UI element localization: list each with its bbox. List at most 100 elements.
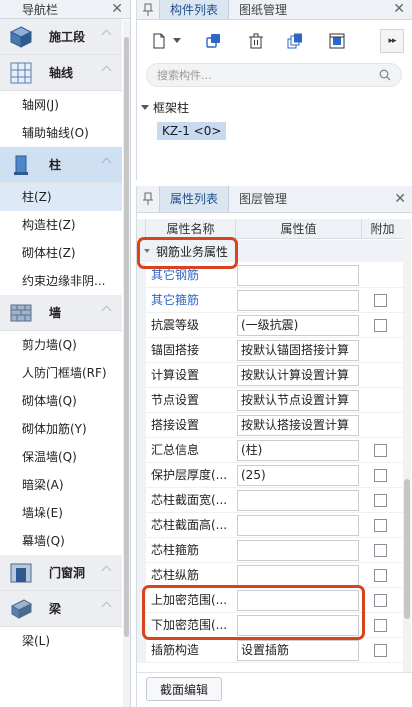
navigation-scrollbar[interactable] — [123, 20, 130, 707]
extra-checkbox[interactable] — [374, 644, 387, 657]
property-row[interactable]: 抗震等级 (一级抗震) — [137, 313, 403, 338]
delete-component-button[interactable] — [244, 29, 268, 53]
collapse-triangle-icon[interactable] — [144, 249, 150, 253]
nav-item-hidden-beam[interactable]: 暗梁(A) — [0, 471, 122, 499]
property-value-field[interactable]: 按默认搭接设置计算 — [237, 415, 359, 436]
property-row[interactable]: 节点设置 按默认节点设置计算 — [137, 388, 403, 413]
nav-item-structural-column[interactable]: 构造柱(Z) — [0, 211, 122, 239]
nav-item-auxiliary-axis[interactable]: 辅助轴线(O) — [0, 119, 122, 147]
nav-category-column[interactable]: 柱 — [0, 147, 122, 183]
row-gutter — [137, 488, 146, 513]
nav-item-civil-defense-door-wall[interactable]: 人防门框墙(RF) — [0, 359, 122, 387]
extra-checkbox[interactable] — [374, 494, 387, 507]
scrollbar-thumb[interactable] — [404, 479, 410, 619]
property-rows: 其它钢筋 其它箍筋 抗震等级 (一级抗震) 锚固搭接 按默认锚固搭接计算 计算设置 按默认计算… — [137, 263, 403, 663]
pin-icon[interactable] — [137, 186, 159, 213]
property-value-field[interactable] — [237, 615, 359, 636]
expand-triangle-icon[interactable] — [141, 105, 149, 110]
layers-copy-icon — [287, 33, 302, 49]
tree-node-frame-column[interactable]: 框架柱 — [141, 99, 189, 116]
extra-checkbox[interactable] — [374, 294, 387, 307]
property-row[interactable]: 汇总信息 (柱) — [137, 438, 403, 463]
extra-checkbox[interactable] — [374, 619, 387, 632]
copy-component-button[interactable] — [202, 29, 226, 53]
pin-icon[interactable] — [137, 0, 159, 19]
property-value-field[interactable] — [237, 490, 359, 511]
property-value-field[interactable] — [237, 540, 359, 561]
property-row[interactable]: 插筋构造 设置插筋 — [137, 638, 403, 663]
tab-component-list[interactable]: 构件列表 — [159, 0, 230, 19]
close-icon[interactable]: ✕ — [111, 1, 123, 17]
tab-layer-management[interactable]: 图层管理 — [229, 186, 297, 212]
nav-item-axis-grid[interactable]: 轴网(J) — [0, 91, 122, 119]
extra-checkbox[interactable] — [374, 319, 387, 332]
nav-category-beam[interactable]: 梁 — [0, 591, 122, 627]
extra-checkbox[interactable] — [374, 444, 387, 457]
property-value-field[interactable]: 按默认锚固搭接计算 — [237, 340, 359, 361]
tab-property-list[interactable]: 属性列表 — [159, 186, 230, 212]
trash-icon — [249, 33, 263, 49]
property-value-field[interactable]: 按默认计算设置计算 — [237, 365, 359, 386]
new-component-dropdown[interactable] — [170, 29, 184, 53]
extra-checkbox[interactable] — [374, 519, 387, 532]
nav-item-wall-pier[interactable]: 墙垛(E) — [0, 499, 122, 527]
nav-item-masonry-wall[interactable]: 砌体墙(Q) — [0, 387, 122, 415]
extract-component-button[interactable] — [325, 29, 349, 53]
nav-item-edge-member[interactable]: 约束边缘非阴... — [0, 267, 122, 295]
more-tools-button[interactable]: ▸▸ — [380, 29, 404, 53]
nav-item-insulation-wall[interactable]: 保温墙(Q) — [0, 443, 122, 471]
property-row[interactable]: 其它钢筋 — [137, 263, 403, 288]
property-row[interactable]: 上加密范围(... — [137, 588, 403, 613]
extra-checkbox[interactable] — [374, 569, 387, 582]
property-row[interactable]: 其它箍筋 — [137, 288, 403, 313]
section-edit-button[interactable]: 截面编辑 — [146, 677, 222, 701]
nav-category-axis[interactable]: 轴线 — [0, 55, 122, 91]
nav-category-openings[interactable]: 门窗洞 — [0, 555, 122, 591]
property-value-field[interactable] — [237, 265, 359, 286]
scrollbar-thumb[interactable] — [124, 37, 129, 637]
row-gutter — [137, 538, 146, 563]
component-search[interactable] — [146, 63, 402, 87]
search-icon[interactable] — [379, 69, 391, 81]
close-icon[interactable]: ✕ — [394, 191, 406, 207]
extra-checkbox[interactable] — [374, 544, 387, 557]
property-row[interactable]: 锚固搭接 按默认锚固搭接计算 — [137, 338, 403, 363]
property-value-field[interactable] — [237, 565, 359, 586]
property-value-field[interactable]: (25) — [237, 465, 359, 486]
nav-item-curtain-wall[interactable]: 幕墙(Q) — [0, 527, 122, 555]
extra-checkbox[interactable] — [374, 469, 387, 482]
nav-item-beam[interactable]: 梁(L) — [0, 627, 122, 655]
nav-item-masonry-rebar[interactable]: 砌体加筋(Y) — [0, 415, 122, 443]
search-input[interactable] — [157, 67, 367, 83]
property-row[interactable]: 芯柱箍筋 — [137, 538, 403, 563]
row-gutter — [137, 638, 146, 663]
property-value-field[interactable] — [237, 290, 359, 311]
nav-item-column[interactable]: 柱(Z) — [0, 183, 122, 211]
property-row[interactable]: 搭接设置 按默认搭接设置计算 — [137, 413, 403, 438]
property-row[interactable]: 芯柱截面宽(... — [137, 488, 403, 513]
nav-category-construction-stage[interactable]: 施工段 — [0, 19, 122, 55]
property-value-field[interactable]: 设置插筋 — [237, 640, 359, 661]
property-group-rebar[interactable]: 钢筋业务属性 — [137, 240, 403, 262]
property-row[interactable]: 保护层厚度(... (25) — [137, 463, 403, 488]
property-value-field[interactable]: 按默认节点设置计算 — [237, 390, 359, 411]
property-value-field[interactable]: (柱) — [237, 440, 359, 461]
close-icon[interactable]: ✕ — [393, 1, 405, 17]
copy-to-floor-button[interactable] — [283, 29, 307, 53]
nav-item-shear-wall[interactable]: 剪力墙(Q) — [0, 331, 122, 359]
property-row[interactable]: 芯柱纵筋 — [137, 563, 403, 588]
nav-item-masonry-column[interactable]: 砌体柱(Z) — [0, 239, 122, 267]
property-row[interactable]: 芯柱截面高(... — [137, 513, 403, 538]
property-scrollbar[interactable] — [403, 219, 411, 674]
tree-leaf-kz-1[interactable]: KZ-1 <0> — [157, 122, 227, 140]
property-row[interactable]: 下加密范围(... — [137, 613, 403, 638]
new-component-button[interactable] — [147, 29, 171, 53]
property-value-field[interactable]: (一级抗震) — [237, 315, 359, 336]
extra-checkbox[interactable] — [374, 594, 387, 607]
property-value-field[interactable] — [237, 590, 359, 611]
tab-drawing-management[interactable]: 图纸管理 — [229, 0, 297, 19]
row-gutter — [137, 363, 146, 388]
nav-category-wall[interactable]: 墙 — [0, 295, 122, 331]
property-value-field[interactable] — [237, 515, 359, 536]
property-row[interactable]: 计算设置 按默认计算设置计算 — [137, 363, 403, 388]
